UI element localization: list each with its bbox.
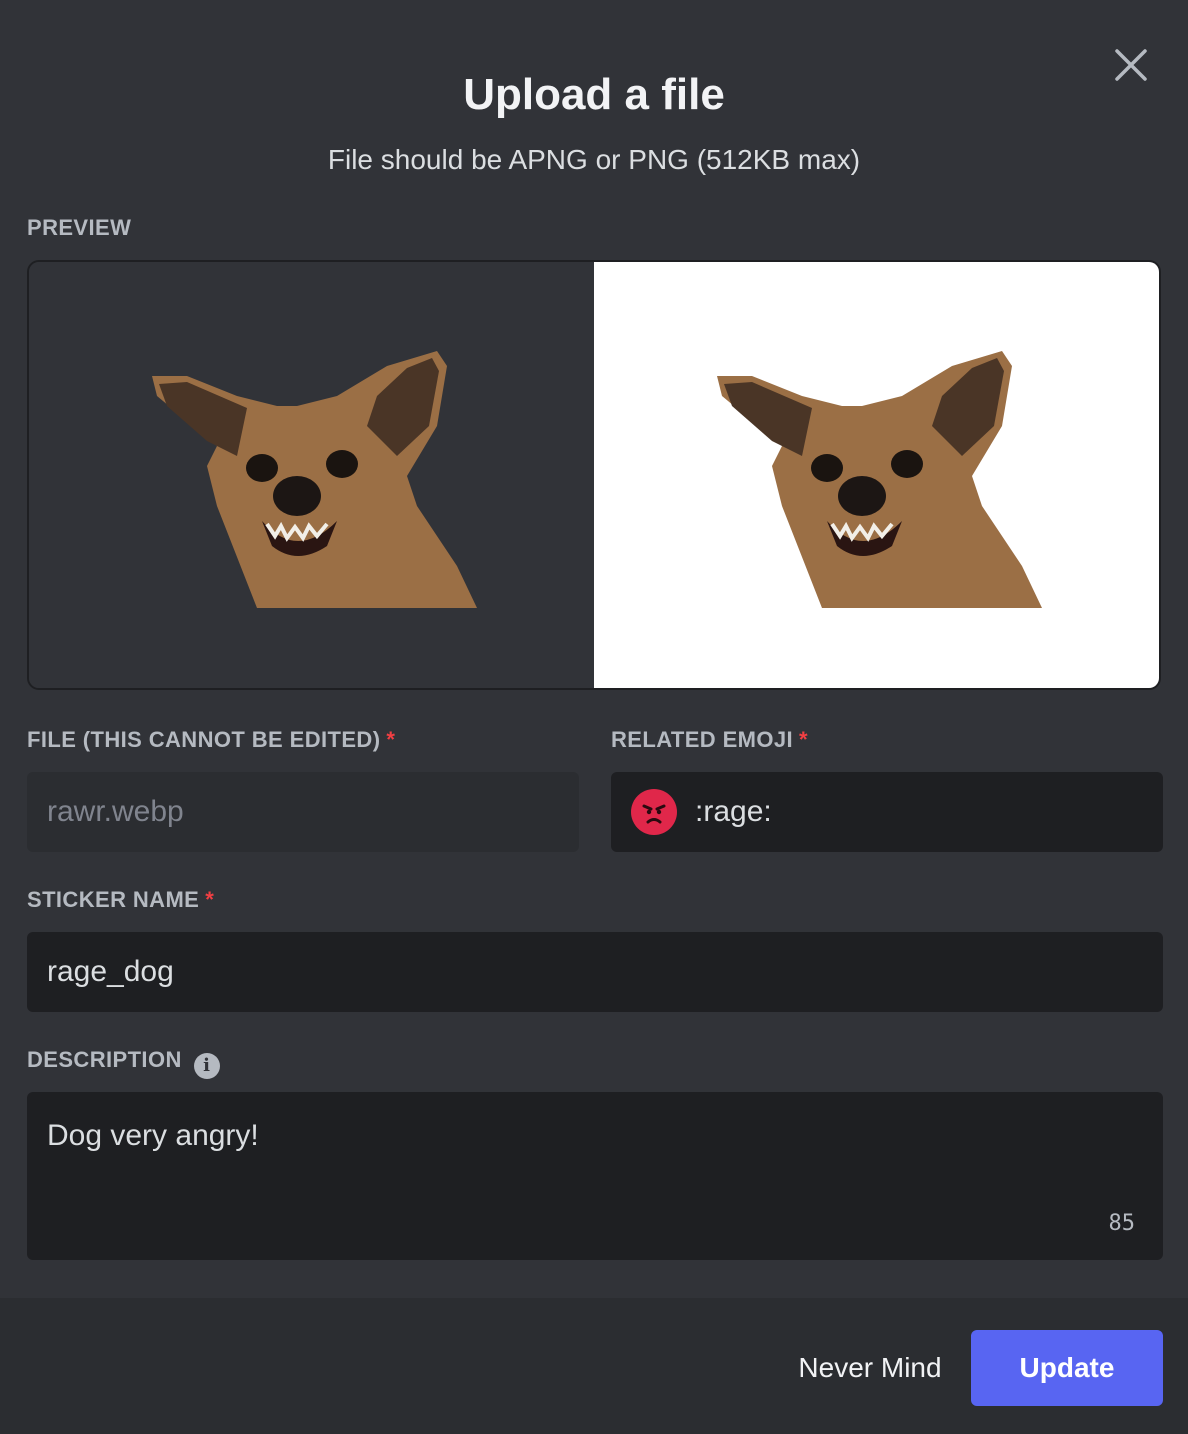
related-emoji-value: :rage: xyxy=(695,795,772,828)
upload-sticker-modal: Upload a file File should be APNG or PNG… xyxy=(0,0,1188,1434)
required-marker: * xyxy=(205,887,215,912)
sticker-name-input[interactable]: rage_dog xyxy=(27,932,1163,1012)
modal-subtitle: File should be APNG or PNG (512KB max) xyxy=(327,144,861,175)
related-emoji-label: RELATED EMOJI * xyxy=(611,726,808,754)
related-emoji-field[interactable]: :rage: xyxy=(611,772,1163,852)
related-emoji-label-text: RELATED EMOJI xyxy=(611,727,794,752)
never-mind-button[interactable]: Never Mind xyxy=(780,1330,960,1406)
dog-sticker-image xyxy=(717,351,1042,608)
preview-dark-background xyxy=(29,262,594,688)
info-icon[interactable]: i xyxy=(193,1053,220,1079)
dog-sticker-image xyxy=(152,351,477,608)
sticker-name-label: STICKER NAME * xyxy=(27,886,214,914)
character-counter: 85 xyxy=(1108,1211,1136,1236)
preview-light-background xyxy=(594,262,1159,688)
required-marker: * xyxy=(799,727,808,752)
sticker-preview xyxy=(27,260,1161,690)
update-button[interactable]: Update xyxy=(971,1330,1163,1406)
description-textarea[interactable]: Dog very angry! 85 xyxy=(27,1092,1163,1260)
modal-footer: Never Mind Update xyxy=(0,1298,1188,1434)
rage-emoji-icon xyxy=(631,789,677,835)
description-label-text: DESCRIPTION xyxy=(27,1047,182,1072)
file-label: FILE (THIS CANNOT BE EDITED) * xyxy=(27,726,395,754)
preview-label: PREVIEW xyxy=(27,215,132,240)
description-label: DESCRIPTION i xyxy=(27,1046,220,1079)
modal-title: Upload a file xyxy=(463,70,725,119)
sticker-name-label-text: STICKER NAME xyxy=(27,887,200,912)
required-marker: * xyxy=(386,727,396,752)
description-value: Dog very angry! xyxy=(47,1119,259,1152)
file-label-text: FILE (THIS CANNOT BE EDITED) xyxy=(27,727,381,752)
file-field: rawr.webp xyxy=(27,772,579,852)
